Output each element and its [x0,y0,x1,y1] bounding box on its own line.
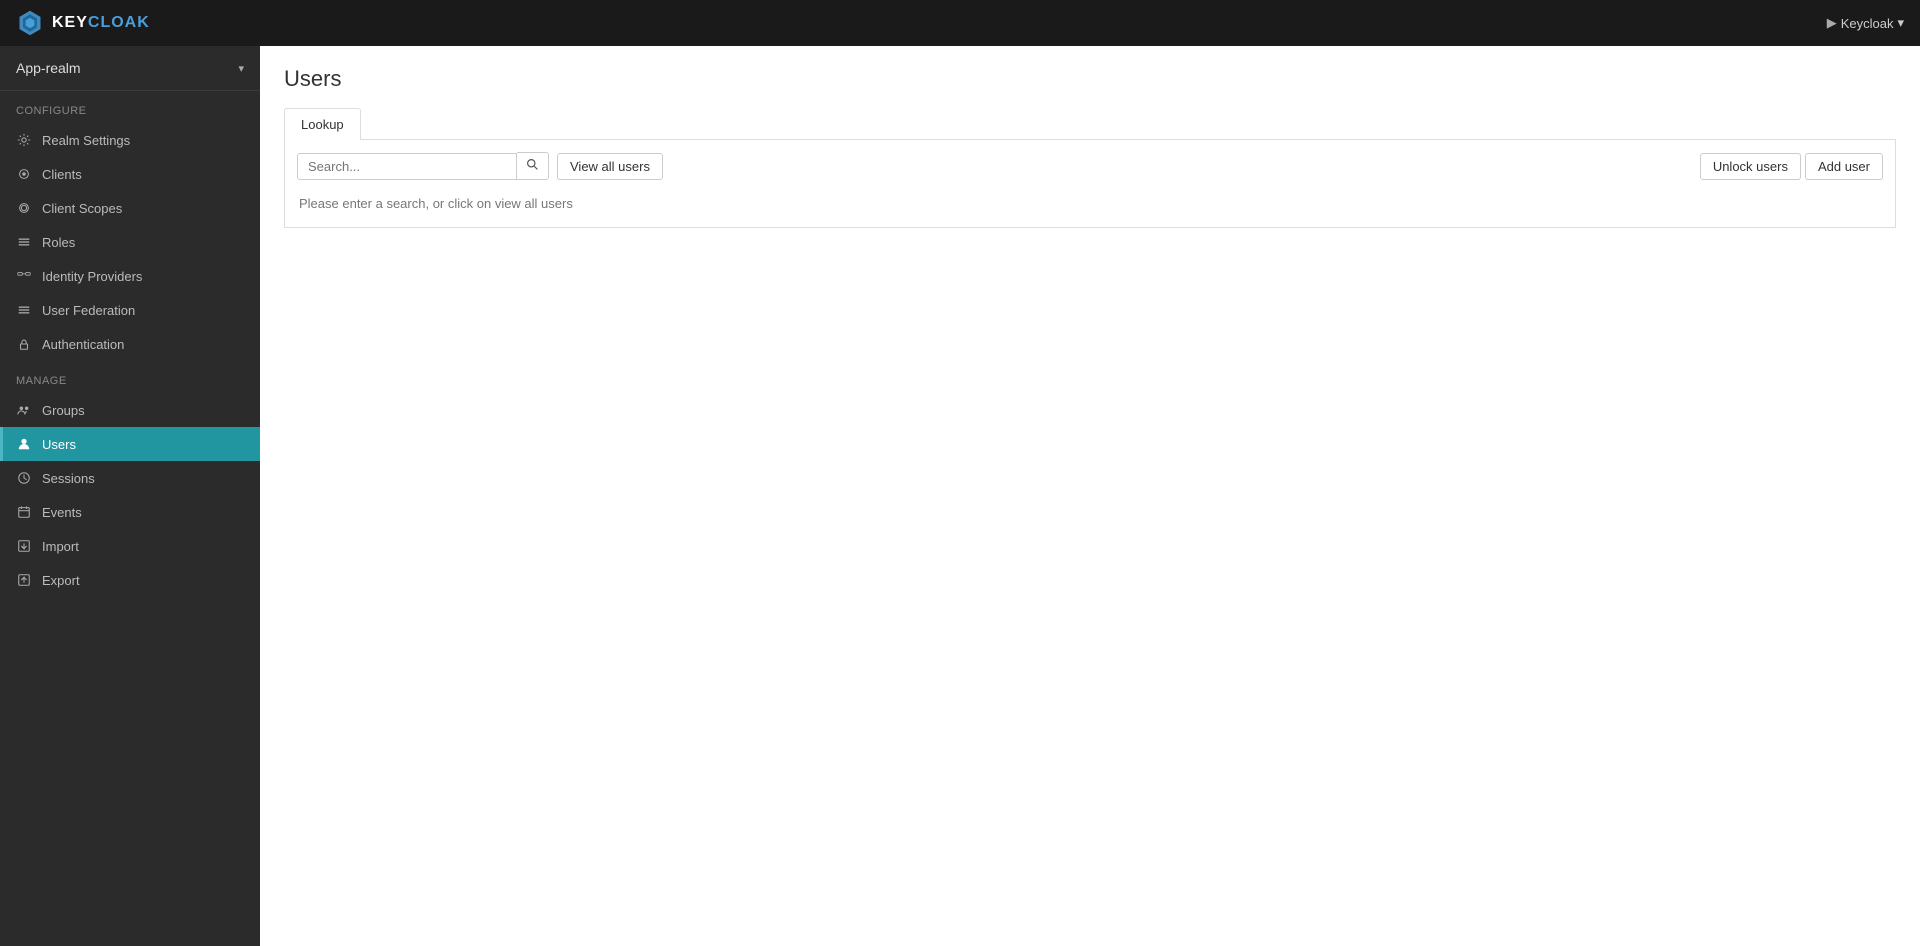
sessions-icon [16,470,32,486]
sidebar-item-user-federation[interactable]: User Federation [0,293,260,327]
sidebar-item-import-label: Import [42,539,79,554]
page-title: Users [284,66,1896,92]
app-layout: App-realm ▾ Configure Realm Settings Cli… [0,46,1920,946]
realm-chevron: ▾ [238,62,244,75]
sidebar-item-export[interactable]: Export [0,563,260,597]
sidebar-item-realm-settings-label: Realm Settings [42,133,130,148]
sidebar-item-authentication-label: Authentication [42,337,124,352]
configure-section-label: Configure [0,91,260,123]
navbar-user-menu[interactable]: ▶ Keycloak ▾ [1827,15,1904,31]
roles-icon [16,234,32,250]
brand-text: KEYCLOAK [52,14,150,32]
sidebar-item-roles[interactable]: Roles [0,225,260,259]
search-left: View all users [297,152,663,180]
brand: KEYCLOAK [16,9,150,37]
authentication-icon [16,336,32,352]
users-icon [16,436,32,452]
sidebar-item-groups[interactable]: Groups [0,393,260,427]
sidebar-item-users[interactable]: Users [0,427,260,461]
client-scopes-icon [16,200,32,216]
sidebar-item-realm-settings[interactable]: Realm Settings [0,123,260,157]
realm-settings-icon [16,132,32,148]
navbar-username: Keycloak [1841,16,1894,31]
user-federation-icon [16,302,32,318]
search-input[interactable] [297,153,517,180]
sidebar-item-roles-label: Roles [42,235,75,250]
sidebar-item-client-scopes-label: Client Scopes [42,201,122,216]
tabs-bar: Lookup [284,108,1896,140]
add-user-button[interactable]: Add user [1805,153,1883,180]
sidebar-item-groups-label: Groups [42,403,85,418]
import-icon [16,538,32,554]
sidebar-item-clients[interactable]: Clients [0,157,260,191]
manage-section-label: Manage [0,361,260,393]
sidebar-item-client-scopes[interactable]: Client Scopes [0,191,260,225]
unlock-users-button[interactable]: Unlock users [1700,153,1801,180]
search-row: View all users Unlock users Add user [297,152,1883,180]
user-icon: ▶ [1827,15,1837,31]
sidebar-item-events[interactable]: Events [0,495,260,529]
sidebar-item-clients-label: Clients [42,167,82,182]
sidebar-item-export-label: Export [42,573,80,588]
sidebar-item-user-federation-label: User Federation [42,303,135,318]
export-icon [16,572,32,588]
search-icon [526,158,539,171]
keycloak-logo-icon [16,9,44,37]
sidebar-item-authentication[interactable]: Authentication [0,327,260,361]
search-button[interactable] [517,152,549,180]
search-right: Unlock users Add user [1700,153,1883,180]
main-content: Users Lookup [260,46,1920,946]
identity-providers-icon [16,268,32,284]
sidebar-item-events-label: Events [42,505,82,520]
sidebar-item-sessions-label: Sessions [42,471,95,486]
sidebar-item-import[interactable]: Import [0,529,260,563]
clients-icon [16,166,32,182]
search-input-wrapper [297,152,549,180]
realm-selector[interactable]: App-realm ▾ [0,46,260,91]
sidebar-item-sessions[interactable]: Sessions [0,461,260,495]
sidebar-item-identity-providers-label: Identity Providers [42,269,142,284]
sidebar-item-users-label: Users [42,437,76,452]
events-icon [16,504,32,520]
tab-lookup[interactable]: Lookup [284,108,361,140]
navbar-user-chevron: ▾ [1897,15,1904,31]
navbar: KEYCLOAK ▶ Keycloak ▾ [0,0,1920,46]
search-info-text: Please enter a search, or click on view … [297,188,1883,215]
sidebar: App-realm ▾ Configure Realm Settings Cli… [0,46,260,946]
sidebar-item-identity-providers[interactable]: Identity Providers [0,259,260,293]
lookup-panel: View all users Unlock users Add user Ple… [284,140,1896,228]
view-all-users-button[interactable]: View all users [557,153,663,180]
groups-icon [16,402,32,418]
realm-name: App-realm [16,60,81,76]
